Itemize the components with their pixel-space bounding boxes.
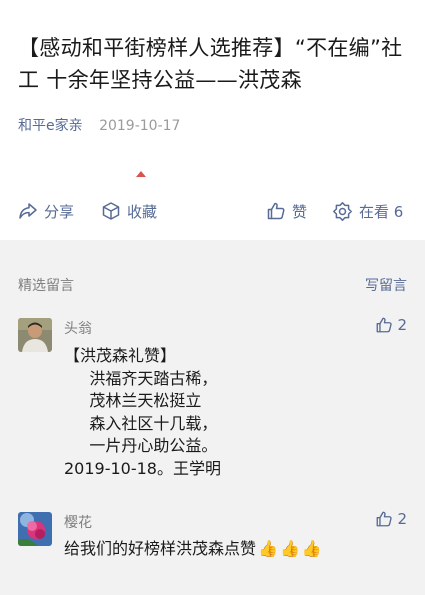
action-bar: 分享 收藏 赞 在看 6 <box>0 196 425 226</box>
comment-like-button[interactable]: 2 <box>375 316 407 334</box>
looking-flower-icon <box>333 201 352 221</box>
comments-section: 精选留言 写留言 头翁 2 【洪茂森礼赞】 洪福齐天踏古稀， 茂林兰天松挺立 森… <box>0 240 425 595</box>
comment-nickname: 樱花 <box>64 515 92 531</box>
comment-text: 【洪茂森礼赞】 洪福齐天踏古稀， 茂林兰天松挺立 森入社区十几载， 一片丹心助公… <box>64 346 221 478</box>
comment-like-count: 2 <box>397 316 407 334</box>
favorite-label: 收藏 <box>127 202 158 221</box>
comment-like-count: 2 <box>397 510 407 528</box>
looking-button[interactable]: 在看 6 <box>332 196 403 226</box>
thumbs-up-icon <box>267 202 285 220</box>
article-header: 【感动和平街榜样人选推荐】“不在编”社工 十余年坚持公益——洪茂森 和平e家亲 … <box>0 0 425 240</box>
thumbs-up-emoji: 👍👍👍 <box>258 539 324 558</box>
favorite-button[interactable]: 收藏 <box>101 196 157 226</box>
thumbs-up-icon <box>377 317 393 333</box>
share-label: 分享 <box>44 202 75 221</box>
article-meta: 和平e家亲 2019-10-17 <box>18 117 180 135</box>
account-name-link[interactable]: 和平e家亲 <box>18 118 83 134</box>
comment-nickname: 头翁 <box>64 321 92 337</box>
publish-date: 2019-10-17 <box>99 118 181 134</box>
write-comment-link[interactable]: 写留言 <box>365 275 407 295</box>
featured-comments-title: 精选留言 <box>18 278 74 294</box>
comment-text-content: 给我们的好榜样洪茂森点赞 <box>64 539 257 558</box>
looking-label: 在看 6 <box>359 202 404 221</box>
comment-like-button[interactable]: 2 <box>375 510 407 528</box>
thumbs-up-icon <box>377 511 393 527</box>
share-icon <box>19 203 37 219</box>
article-title: 【感动和平街榜样人选推荐】“不在编”社工 十余年坚持公益——洪茂森 <box>18 36 403 92</box>
cube-icon <box>102 202 120 220</box>
avatar[interactable] <box>18 318 52 352</box>
avatar[interactable] <box>18 512 52 546</box>
like-label: 赞 <box>292 202 308 221</box>
red-caret-marker <box>136 171 146 177</box>
comment-text: 给我们的好榜样洪茂森点赞 👍👍👍 <box>64 538 324 561</box>
like-button[interactable]: 赞 <box>266 196 307 226</box>
share-button[interactable]: 分享 <box>18 196 74 226</box>
